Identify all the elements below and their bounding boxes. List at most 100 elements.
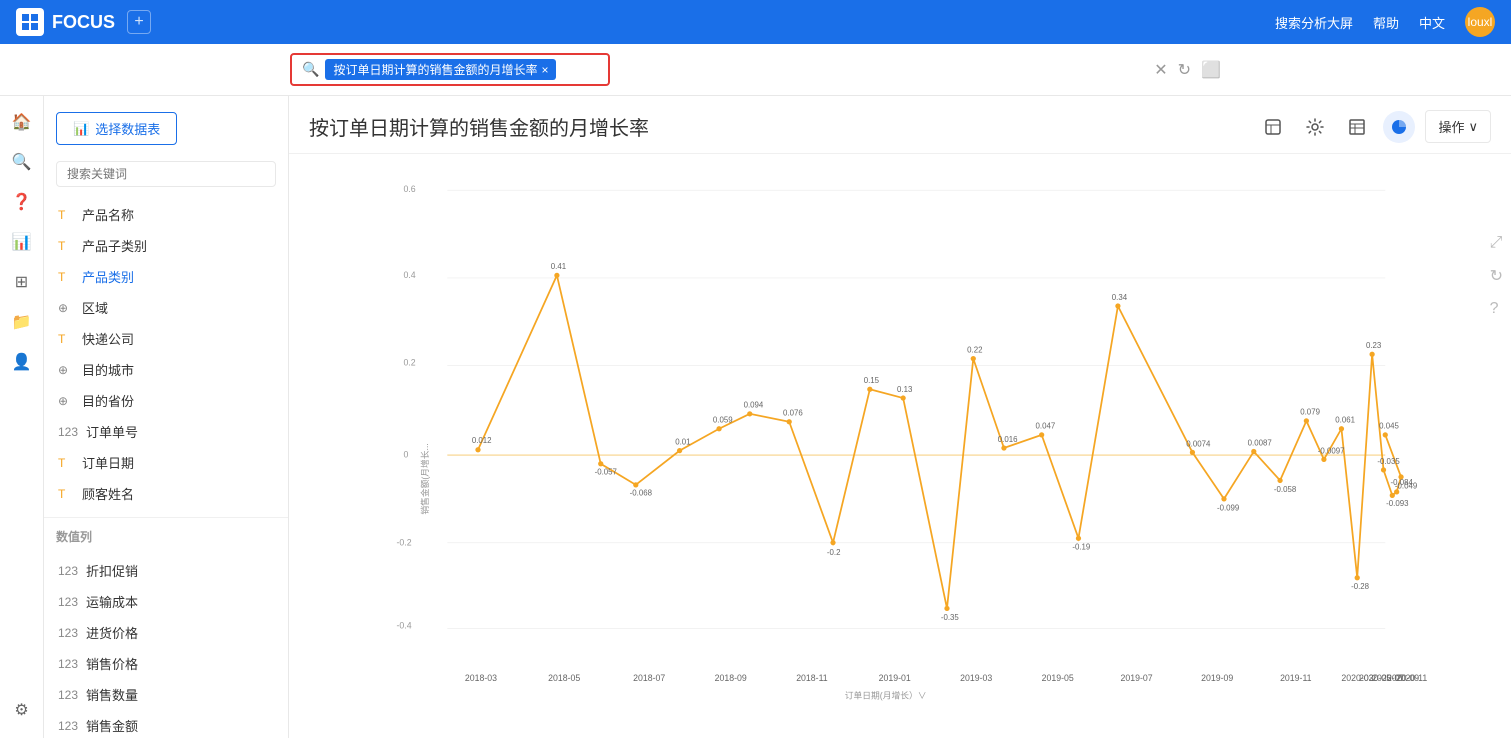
field-name-order-date: 订单日期 (82, 453, 134, 472)
x-label-2019-09: 2019-09 (1201, 673, 1233, 683)
field-item-dest-city[interactable]: ⊕ 目的城市 (44, 354, 288, 385)
dot-2018-03 (475, 447, 480, 452)
data-tool-icon[interactable] (1257, 111, 1289, 143)
sidebar-icon-settings[interactable]: ⚙ (4, 692, 40, 728)
sidebar-icon-home[interactable]: 🏠 (4, 104, 40, 140)
dot-2018-06 (598, 461, 603, 466)
left-panel: 📊 选择数据表 T 产品名称 T 产品子类别 T 产品类别 ⊕ 区域 T 快递公… (44, 96, 289, 738)
field-item-product-name[interactable]: T 产品名称 (44, 199, 288, 230)
x-label-2018-11: 2018-11 (796, 673, 828, 683)
field-name-customer-name: 顾客姓名 (82, 484, 134, 503)
field-item-sale-qty[interactable]: 123 销售数量 (44, 679, 288, 710)
dot-2018-09a (716, 426, 721, 431)
sidebar-icon-search[interactable]: 🔍 (4, 144, 40, 180)
settings-tool-icon[interactable] (1299, 111, 1331, 143)
sidebar-icon-person[interactable]: 👤 (4, 344, 40, 380)
sidebar-icon-chart[interactable]: 📊 (4, 224, 40, 260)
y-axis-title: 销售金额(月增长... (419, 443, 430, 514)
nav-lang-link[interactable]: 中文 (1419, 13, 1445, 32)
field-name-region: 区域 (82, 298, 108, 317)
search-bar[interactable]: 🔍 按订单日期计算的销售金额的月增长率 × (290, 53, 610, 86)
field-item-sale-amount[interactable]: 123 销售金额 (44, 710, 288, 738)
geo-icon: ⊕ (58, 301, 74, 315)
nav-help-link[interactable]: 帮助 (1373, 13, 1399, 32)
dot-2019-11b (1277, 478, 1282, 483)
lbl-2020-05b: -0.28 (1351, 582, 1370, 591)
keyword-search (44, 155, 288, 195)
chart-area: ⤢ ↻ ? 0.6 0.4 0.2 0 -0.2 -0.4 销售金额(月增长..… (289, 154, 1511, 731)
field-item-customer-name[interactable]: T 顾客姓名 (44, 478, 288, 509)
field-name-discount: 折扣促销 (86, 561, 138, 580)
sidebar-icon-folder[interactable]: 📁 (4, 304, 40, 340)
dot-2018-09b (747, 411, 752, 416)
search-bar-actions: ✕ ↻ ⬜ (1154, 60, 1221, 80)
field-name-product-subcategory: 产品子类别 (82, 236, 147, 255)
field-item-order-no[interactable]: 123 订单单号 (44, 416, 288, 447)
nav-search-link[interactable]: 搜索分析大屏 (1275, 13, 1353, 32)
dot-2020-09a (1390, 493, 1395, 498)
keyword-input[interactable] (56, 161, 276, 187)
num-icon: 123 (58, 595, 78, 609)
field-item-order-date[interactable]: T 订单日期 (44, 447, 288, 478)
pie-tool-icon[interactable] (1383, 111, 1415, 143)
search-tag-text: 按订单日期计算的销售金额的月增长率 (333, 61, 537, 78)
toggle-icon[interactable]: ⬜ (1201, 60, 1221, 80)
text-icon: T (58, 208, 74, 222)
field-name-order-no: 订单单号 (86, 422, 138, 441)
chart-tools: 操作 ∨ (1257, 110, 1491, 143)
x-label-2018-03: 2018-03 (465, 673, 497, 683)
select-table-button[interactable]: 📊 选择数据表 (56, 112, 177, 145)
sidebar-icon-table[interactable]: ⊞ (4, 264, 40, 300)
field-item-product-category[interactable]: T 产品类别 (44, 261, 288, 292)
dot-2020-11b (1383, 432, 1388, 437)
x-label-2018-09: 2018-09 (715, 673, 747, 683)
sidebar-icon-help[interactable]: ❓ (4, 184, 40, 220)
field-name-product-name: 产品名称 (82, 205, 134, 224)
y-label-0: 0 (403, 450, 408, 460)
field-item-shipping-cost[interactable]: 123 运输成本 (44, 586, 288, 617)
num-icon: 123 (58, 719, 78, 733)
dot-2019-03a (971, 356, 976, 361)
left-panel-header: 📊 选择数据表 (44, 106, 288, 155)
field-item-region[interactable]: ⊕ 区域 (44, 292, 288, 323)
y-label-04: 0.4 (403, 270, 415, 280)
help-chart-icon[interactable]: ? (1490, 300, 1503, 318)
avatar[interactable]: louxl (1465, 7, 1495, 37)
x-label-2019-07: 2019-07 (1121, 673, 1153, 683)
refresh-icon[interactable]: ↻ (1178, 60, 1191, 80)
dot-2020-07a (1369, 352, 1374, 357)
text-icon: T (58, 239, 74, 253)
search-bar-container: 🔍 按订单日期计算的销售金额的月增长率 × ✕ ↻ ⬜ (0, 44, 1511, 96)
text-icon: T (58, 332, 74, 346)
dot-2020-03a (1304, 418, 1309, 423)
search-tag-close[interactable]: × (541, 63, 548, 77)
chart-header: 按订单日期计算的销售金额的月增长率 操作 ∨ (289, 96, 1511, 154)
dot-2019-01b (901, 395, 906, 400)
add-tab-button[interactable]: + (127, 10, 151, 34)
lbl-2019-11a: 0.0087 (1248, 438, 1272, 447)
field-item-dest-province[interactable]: ⊕ 目的省份 (44, 385, 288, 416)
field-name-product-category: 产品类别 (82, 267, 134, 286)
text-icon: T (58, 270, 74, 284)
select-table-label: 选择数据表 (95, 119, 160, 138)
field-item-product-subcategory[interactable]: T 产品子类别 (44, 230, 288, 261)
x-label-2019-11: 2019-11 (1280, 673, 1312, 683)
dot-2020-03b (1321, 457, 1326, 462)
field-item-purchase-price[interactable]: 123 进货价格 (44, 617, 288, 648)
operate-button[interactable]: 操作 ∨ (1425, 110, 1491, 143)
num-icon: 123 (58, 626, 78, 640)
lbl-2019-07: 0.34 (1112, 293, 1128, 302)
field-item-discount[interactable]: 123 折扣促销 (44, 555, 288, 586)
expand-icon[interactable]: ⤢ (1490, 234, 1503, 252)
lbl-2019-01b: 0.13 (897, 385, 913, 394)
field-item-courier[interactable]: T 快递公司 (44, 323, 288, 354)
x-label-2018-05: 2018-05 (548, 673, 580, 683)
geo-icon: ⊕ (58, 363, 74, 377)
chart-title: 按订单日期计算的销售金额的月增长率 (309, 112, 1257, 141)
lbl-2018-05: 0.41 (551, 262, 566, 271)
table-tool-icon[interactable] (1341, 111, 1373, 143)
lbl-2020-03a: 0.079 (1300, 408, 1320, 417)
refresh-chart-icon[interactable]: ↻ (1490, 266, 1503, 286)
clear-search-icon[interactable]: ✕ (1154, 60, 1167, 80)
field-item-sale-price[interactable]: 123 销售价格 (44, 648, 288, 679)
